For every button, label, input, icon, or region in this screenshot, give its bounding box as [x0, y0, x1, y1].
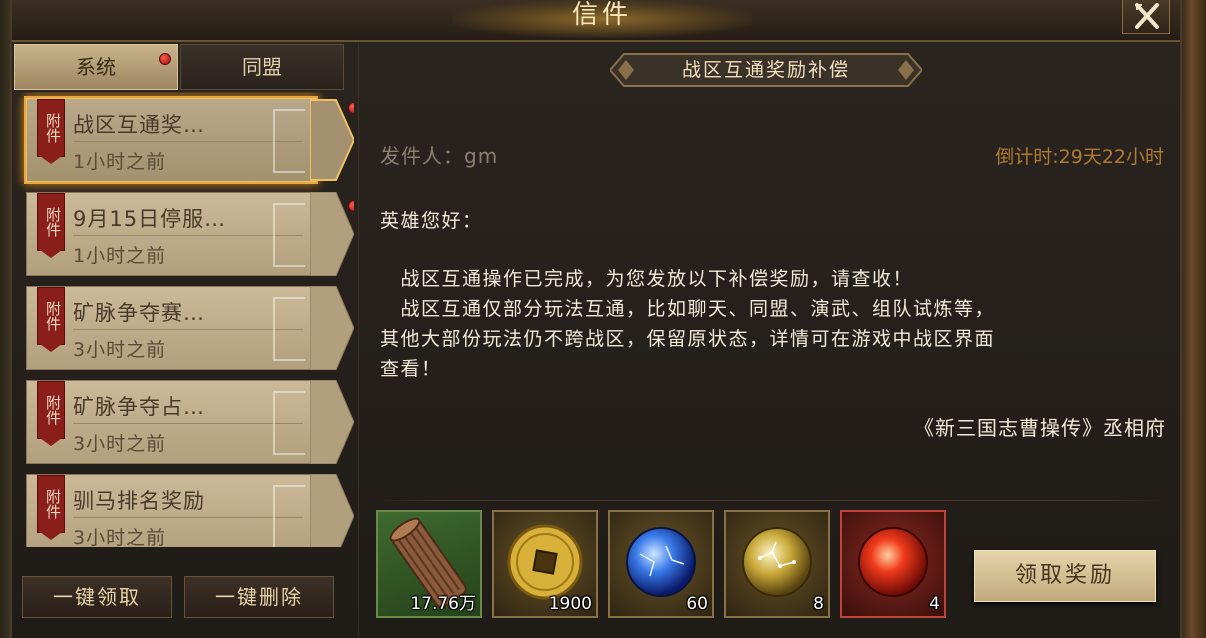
unread-dot: [348, 200, 354, 212]
mail-item[interactable]: 附件 战区互通奖… 1小时之前: [26, 98, 354, 182]
mail-arrow-icon: [310, 380, 354, 464]
divider: [73, 423, 303, 424]
mail-item[interactable]: 附件 矿脉争夺赛… 3小时之前: [26, 286, 354, 370]
tab-alliance[interactable]: 同盟: [180, 44, 344, 90]
delete-all-button[interactable]: 一键删除: [184, 576, 334, 618]
divider: [73, 329, 303, 330]
tab-system[interactable]: 系统: [14, 44, 178, 90]
attachment-tag-text: 附件: [44, 207, 62, 237]
envelope-seal-icon: [273, 391, 305, 455]
background-right: [1182, 0, 1206, 638]
divider: [374, 500, 1168, 501]
mail-subject: 战区互通奖…: [73, 113, 205, 137]
mail-subject: 9月15日停服…: [73, 207, 227, 231]
envelope-seal-icon: [273, 297, 305, 361]
mail-subject: 矿脉争夺赛…: [73, 301, 205, 325]
attachment-tag-text: 附件: [44, 395, 62, 425]
mail-greeting: 英雄您好：: [380, 210, 483, 232]
background-left: [0, 0, 10, 638]
mail-time: 3小时之前: [73, 527, 167, 547]
notification-dot: [159, 53, 171, 65]
unread-dot: [348, 102, 354, 114]
tab-system-label: 系统: [76, 55, 116, 79]
reward-item[interactable]: 1900: [492, 510, 598, 618]
reward-quantity: 60: [686, 594, 708, 614]
mail-signature: 《新三国志曹操传》丞相府: [914, 416, 1166, 440]
attachment-tag-text: 附件: [44, 489, 62, 519]
mail-card: 附件 驯马排名奖励 3小时之前: [26, 474, 316, 547]
mail-item[interactable]: 附件 矿脉争夺占… 3小时之前: [26, 380, 354, 464]
window-title: 信件: [571, 0, 632, 30]
reward-item[interactable]: 17.76万: [376, 510, 482, 618]
reward-quantity: 17.76万: [410, 594, 476, 614]
close-button[interactable]: [1122, 0, 1170, 34]
envelope-seal-icon: [273, 203, 305, 267]
mail-card: 附件 矿脉争夺占… 3小时之前: [26, 380, 316, 464]
attachment-tag: 附件: [37, 193, 65, 258]
mail-body-line: 战区互通仅部分玩法互通，比如聊天、同盟、演武、组队试炼等，: [380, 298, 996, 320]
mail-arrow-icon: [310, 474, 354, 547]
attachment-tag: 附件: [37, 99, 65, 164]
mail-body-line: 战区互通操作已完成，为您发放以下补偿奖励，请查收！: [380, 268, 914, 290]
mail-sender: 发件人：gm: [380, 144, 499, 168]
mail-body-line: 查看！: [380, 358, 442, 380]
claim-all-button[interactable]: 一键领取: [22, 576, 172, 618]
mail-window: 信件 系统 同盟 附件 战区互通奖… 1小时之前 附件 9月15日停服… 1小时…: [10, 0, 1182, 638]
divider: [73, 517, 303, 518]
mail-time: 1小时之前: [73, 151, 167, 173]
mail-time: 1小时之前: [73, 245, 167, 267]
mail-item[interactable]: 附件 9月15日停服… 1小时之前: [26, 192, 354, 276]
reward-quantity: 1900: [548, 594, 592, 614]
mail-card: 附件 9月15日停服… 1小时之前: [26, 192, 316, 276]
attachment-tag-text: 附件: [44, 301, 62, 331]
expiry-countdown: 倒计时:29天22小时: [995, 146, 1164, 168]
mail-item[interactable]: 附件 驯马排名奖励 3小时之前: [26, 474, 354, 547]
mail-subject: 驯马排名奖励: [73, 489, 205, 513]
attachment-tag: 附件: [37, 287, 65, 352]
mail-list: 附件 战区互通奖… 1小时之前 附件 9月15日停服… 1小时之前 附件 矿脉争…: [14, 92, 354, 547]
mail-card: 附件 矿脉争夺赛… 3小时之前: [26, 286, 316, 370]
envelope-seal-icon: [273, 109, 305, 173]
close-icon: [1135, 3, 1159, 29]
attachment-tag: 附件: [37, 381, 65, 446]
title-bar: 信件: [12, 0, 1180, 42]
attachment-tag-text: 附件: [44, 113, 62, 143]
reward-quantity: 4: [929, 594, 940, 614]
tab-alliance-label: 同盟: [242, 55, 282, 79]
reward-item[interactable]: 60: [608, 510, 714, 618]
mail-subject: 矿脉争夺占…: [73, 395, 205, 419]
pane-divider: [358, 44, 359, 638]
divider: [73, 235, 303, 236]
attachment-tag: 附件: [37, 475, 65, 540]
divider: [73, 141, 303, 142]
mail-time: 3小时之前: [73, 433, 167, 455]
selected-arrow-icon: [310, 99, 354, 181]
reward-item[interactable]: 4: [840, 510, 946, 618]
mail-body-line: 其他大部份玩法仍不跨战区，保留原状态，详情可在游戏中战区界面: [380, 328, 996, 350]
mail-detail-subject: 战区互通奖励补偿: [681, 59, 850, 81]
claim-reward-button[interactable]: 领取奖励: [974, 550, 1156, 602]
mail-card: 附件 战区互通奖… 1小时之前: [26, 98, 316, 182]
reward-item[interactable]: 8: [724, 510, 830, 618]
reward-quantity: 8: [813, 594, 824, 614]
mail-time: 3小时之前: [73, 339, 167, 361]
mail-arrow-icon: [310, 286, 354, 370]
envelope-seal-icon: [273, 485, 305, 547]
